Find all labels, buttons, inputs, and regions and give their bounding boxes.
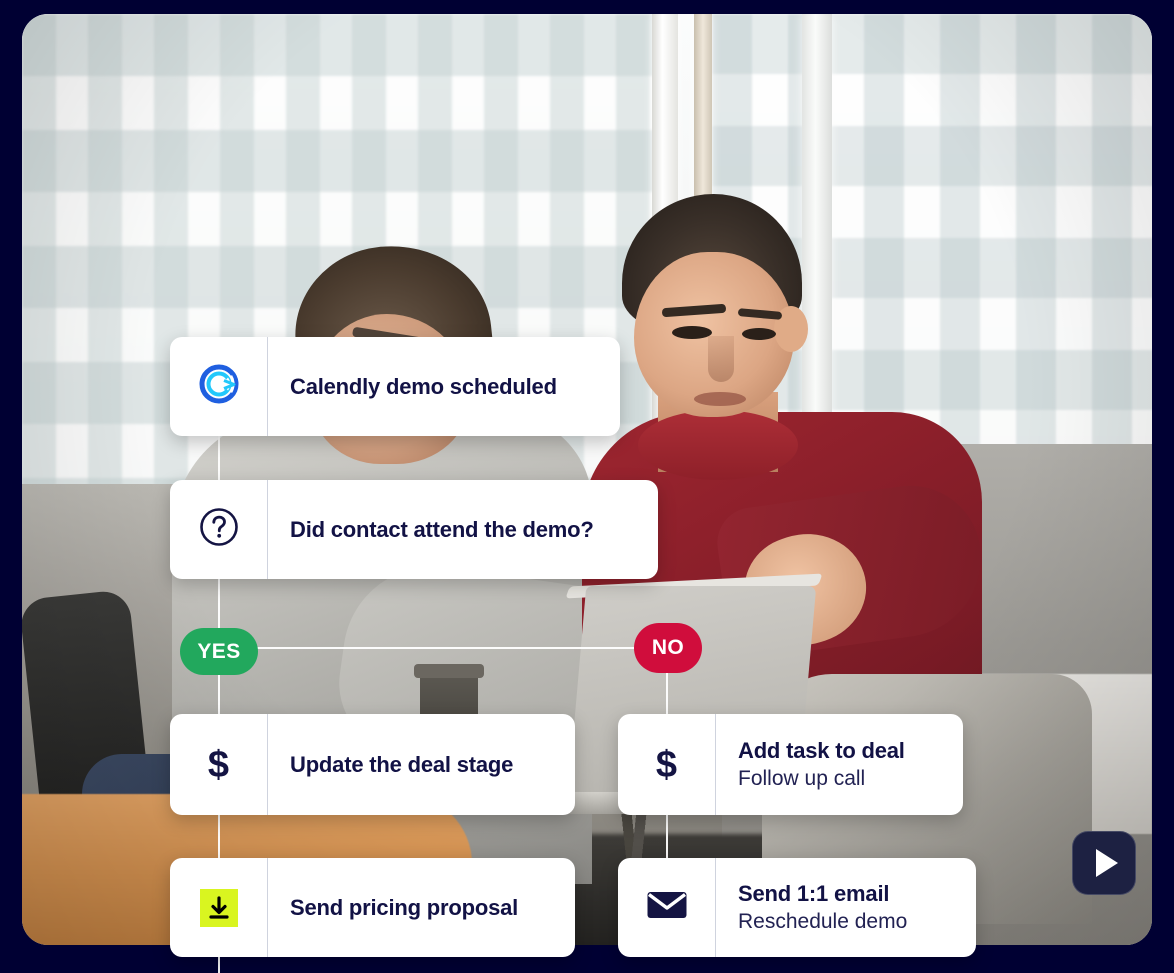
card-title: Did contact attend the demo? — [290, 516, 594, 542]
branch-badge-yes[interactable]: YES — [180, 628, 258, 675]
person-right-nose — [708, 336, 734, 382]
workflow-node-question[interactable]: Did contact attend the demo? — [170, 480, 658, 579]
card-text-slot: Add task to deal Follow up call — [716, 714, 963, 815]
card-text-slot: Did contact attend the demo? — [268, 480, 658, 579]
card-title: Send pricing proposal — [290, 894, 519, 920]
dollar-sign-icon: $ — [207, 743, 230, 786]
connector-no-to-addtask — [666, 672, 668, 716]
card-text-slot: Send pricing proposal — [268, 858, 575, 957]
connector-addtask-to-email — [666, 814, 668, 860]
dollar-sign-icon: $ — [655, 743, 678, 786]
connector-pricing-tail — [218, 955, 220, 973]
card-icon-slot — [170, 480, 268, 579]
coffee-cup-lid — [414, 664, 484, 678]
branch-badge-no-label: NO — [651, 636, 685, 659]
workflow-node-add-task[interactable]: $ Add task to deal Follow up call — [618, 714, 963, 815]
card-text-slot: Calendly demo scheduled — [268, 337, 620, 436]
connector-yes-to-update — [218, 672, 220, 716]
download-document-icon — [199, 888, 238, 927]
card-text-slot: Update the deal stage — [268, 714, 575, 815]
calendly-logo-icon — [198, 363, 240, 410]
workflow-node-send-pricing[interactable]: Send pricing proposal — [170, 858, 575, 957]
card-icon-slot — [170, 337, 268, 436]
envelope-icon — [646, 889, 688, 926]
card-subtitle: Follow up call — [738, 766, 866, 790]
person-right-collar — [638, 410, 798, 480]
page-root: Calendly demo scheduled Did contact atte… — [0, 0, 1174, 973]
branch-badge-no[interactable]: NO — [634, 623, 702, 673]
question-mark-circle-icon — [198, 506, 240, 553]
card-icon-slot: $ — [618, 714, 716, 815]
card-title: Add task to deal — [738, 737, 905, 763]
person-right-eye — [672, 326, 712, 339]
play-icon — [1095, 849, 1118, 877]
card-text-slot: Send 1:1 email Reschedule demo — [716, 858, 976, 957]
connector-yes-to-no — [256, 647, 638, 649]
card-title: Calendly demo scheduled — [290, 373, 557, 399]
connector-calendly-to-question — [218, 436, 220, 484]
card-icon-slot — [618, 858, 716, 957]
connector-update-to-pricing — [218, 814, 220, 860]
card-icon-slot: $ — [170, 714, 268, 815]
card-title: Send 1:1 email — [738, 880, 890, 906]
workflow-node-send-email[interactable]: Send 1:1 email Reschedule demo — [618, 858, 976, 957]
card-title: Update the deal stage — [290, 751, 514, 777]
card-subtitle: Reschedule demo — [738, 909, 908, 933]
person-right-eye — [742, 328, 776, 340]
play-video-button[interactable] — [1072, 831, 1136, 895]
card-icon-slot — [170, 858, 268, 957]
branch-badge-yes-label: YES — [197, 639, 241, 663]
person-right-mouth — [694, 392, 746, 406]
workflow-node-calendly[interactable]: Calendly demo scheduled — [170, 337, 620, 436]
workflow-node-update-deal[interactable]: $ Update the deal stage — [170, 714, 575, 815]
